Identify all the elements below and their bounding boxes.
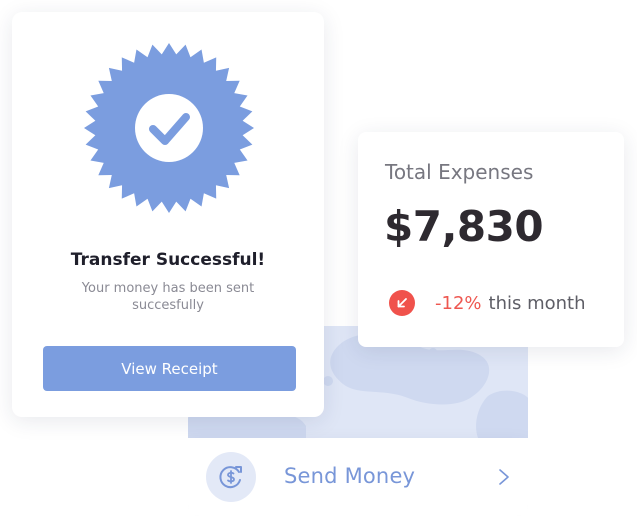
total-expenses-card: Total Expenses $7,830 -12% this month	[358, 132, 624, 347]
expenses-change-percent: -12%	[435, 292, 482, 314]
success-subtitle: Your money has been sent succesfully	[81, 281, 255, 313]
send-money-label: Send Money	[284, 464, 416, 488]
expenses-change-suffix: this month	[488, 292, 586, 314]
success-title: Transfer Successful!	[70, 250, 266, 270]
transfer-success-card: Transfer Successful! Your money has been…	[12, 12, 324, 417]
expenses-title: Total Expenses	[385, 160, 534, 184]
view-receipt-button[interactable]: View Receipt	[43, 346, 296, 391]
send-money-button[interactable]: Send Money	[188, 438, 528, 516]
arrow-down-left-icon	[389, 290, 415, 316]
chevron-right-icon	[499, 469, 509, 485]
expenses-amount: $7,830	[384, 202, 544, 251]
success-seal-badge	[84, 43, 254, 213]
expenses-trend: -12% this month	[389, 290, 586, 316]
dollar-transfer-icon	[206, 452, 256, 502]
